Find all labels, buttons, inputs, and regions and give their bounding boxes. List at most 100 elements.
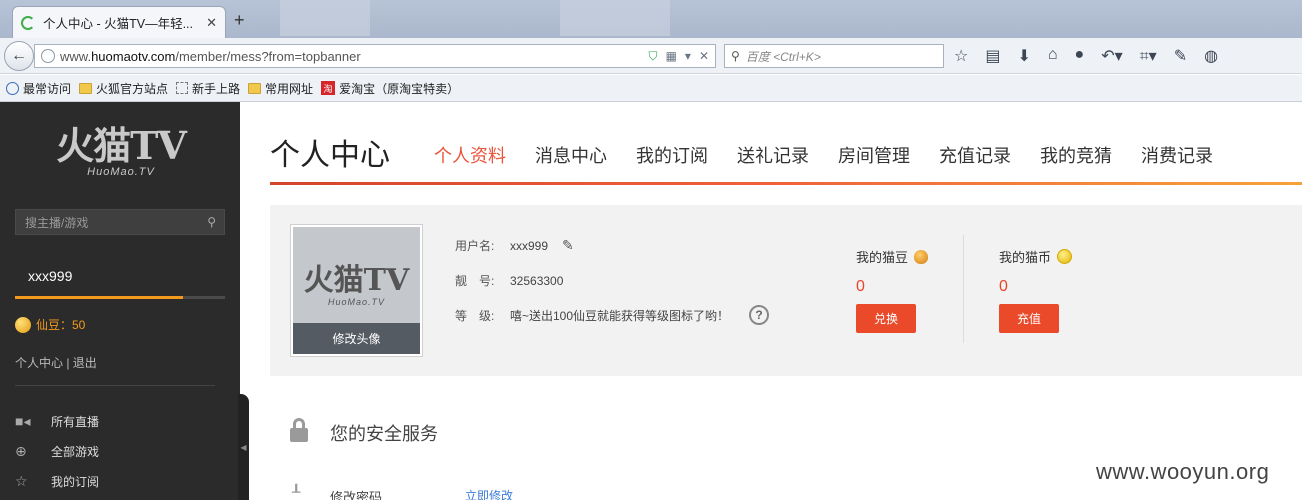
key-icon: ┸: [292, 484, 301, 500]
reading-list-icon[interactable]: ▤: [985, 46, 1000, 66]
beans-balance: 仙豆：50: [15, 316, 85, 333]
tab-subscriptions[interactable]: 我的订阅: [636, 142, 708, 168]
address-bar[interactable]: www.huomaotv.com/member/mess?from=topban…: [34, 44, 716, 68]
wallet-title: 我的猫豆: [856, 250, 909, 265]
search-icon[interactable]: ⚲: [207, 215, 216, 229]
url-domain: huomaotv.com: [91, 48, 176, 64]
edit-icon[interactable]: ✎: [562, 237, 574, 254]
chat-icon[interactable]: ●: [1075, 46, 1085, 66]
tab-messages[interactable]: 消息中心: [535, 142, 607, 168]
search-icon: ⚲: [731, 49, 740, 63]
qr-code-icon[interactable]: ▦: [666, 49, 677, 64]
tab-room-management[interactable]: 房间管理: [838, 142, 910, 168]
message-icon[interactable]: ✎: [1174, 46, 1187, 66]
undo-icon[interactable]: ↶▾: [1101, 46, 1122, 66]
user-links[interactable]: 个人中心 | 退出: [15, 354, 97, 371]
sidebar-item-label: 我的订阅: [51, 474, 100, 489]
bookmark-item[interactable]: 淘爱淘宝（原淘宝特卖）: [321, 80, 459, 97]
sidebar-item-label: 全部游戏: [51, 444, 100, 459]
back-button[interactable]: ←: [4, 41, 34, 71]
coin-icon: [1057, 249, 1073, 264]
extension-icon[interactable]: ◍: [1204, 46, 1218, 66]
id-label: 靓 号:: [455, 274, 495, 288]
tab-spending-records[interactable]: 消费记录: [1141, 142, 1213, 168]
folder-icon: [79, 82, 93, 94]
new-tab-button[interactable]: +: [234, 10, 245, 31]
sidebar-collapse-toggle[interactable]: ◀: [238, 394, 249, 500]
tab-recharge-records[interactable]: 充值记录: [939, 142, 1011, 168]
page-icon: [176, 82, 189, 94]
wallet-title: 我的猫币: [999, 250, 1052, 265]
help-icon[interactable]: ?: [749, 305, 770, 325]
profile-tabs: 个人资料 消息中心 我的订阅 送礼记录 房间管理 充值记录 我的竞猜 消费记录: [434, 142, 1213, 168]
logo-main-text: 火猫TV: [56, 123, 187, 168]
sidebar-username[interactable]: xxx999: [28, 268, 72, 284]
bookmark-star-icon[interactable]: ☆: [954, 46, 968, 66]
change-password-label: 修改密码: [330, 490, 383, 500]
sidebar-item-subscriptions[interactable]: ☆ 我的订阅: [15, 466, 99, 496]
sidebar-search-input[interactable]: 搜主播/游戏 ⚲: [15, 209, 225, 235]
recharge-button[interactable]: 充值: [999, 304, 1059, 333]
toolbar-icons: ☆ ▤ ⬇ ⌂ ● ↶▾ ⌗▾ ✎ ◍: [954, 46, 1218, 66]
download-icon[interactable]: ⬇: [1017, 46, 1030, 66]
level-value: 嘻~送出100仙豆就能获得等级图标了哟！: [510, 308, 730, 323]
globe-icon: [41, 49, 55, 63]
wallet-value: 0: [999, 278, 1008, 295]
tab-my-bets[interactable]: 我的竞猜: [1040, 142, 1112, 168]
avatar-logo-main: 火猫TV: [303, 263, 410, 298]
taobao-icon: 淘: [321, 81, 336, 95]
bookmark-item[interactable]: 火狐官方站点: [79, 80, 168, 97]
folder-icon: [248, 82, 262, 94]
cat-beans-wallet: 我的猫豆 0 兑换: [856, 247, 929, 333]
background-tab: [280, 0, 370, 36]
exchange-button[interactable]: 兑换: [856, 304, 916, 333]
bookmark-icon: [6, 81, 19, 95]
sidebar-menu: ■◂ 所有直播 ⊕ 全部游戏 ☆ 我的订阅: [15, 406, 99, 496]
header-divider: [270, 182, 1302, 185]
browser-tab-bar: 个人中心 - 火猫TV—年轻... ✕ +: [0, 0, 1302, 38]
watermark: www.wooyun.org: [1096, 459, 1270, 484]
bean-icon: [914, 249, 929, 264]
search-bar[interactable]: ⚲ 百度 <Ctrl+K>: [724, 44, 944, 68]
background-tab: [560, 0, 670, 36]
bookmark-item[interactable]: 新手上路: [176, 80, 240, 97]
page-title: 个人中心: [270, 139, 390, 172]
search-placeholder: 百度 <Ctrl+K>: [745, 49, 821, 64]
wallet-divider: [963, 235, 964, 343]
tab-gift-records[interactable]: 送礼记录: [737, 142, 809, 168]
id-value: 32563300: [510, 273, 564, 288]
tab-close-icon[interactable]: ✕: [206, 15, 217, 31]
level-progress-bar: [15, 296, 225, 299]
bookmark-label: 爱淘宝（原淘宝特卖）: [339, 81, 460, 96]
bookmark-item[interactable]: 最常访问: [6, 80, 71, 97]
avatar-placeholder-logo: 火猫TV HuoMao.TV: [293, 263, 420, 308]
username-row: 用户名: xxx999 ✎: [455, 237, 574, 254]
sidebar-item-all-games[interactable]: ⊕ 全部游戏: [15, 436, 99, 466]
url-text[interactable]: www.huomaotv.com/member/mess?from=topban…: [60, 49, 649, 64]
shield-icon[interactable]: ⛉: [649, 49, 658, 64]
lock-icon: [290, 418, 308, 442]
close-icon[interactable]: ✕: [699, 49, 709, 64]
bookmark-item[interactable]: 常用网址: [248, 80, 313, 97]
change-password-link[interactable]: 立即修改: [465, 487, 513, 500]
tab-profile[interactable]: 个人资料: [434, 142, 506, 168]
crop-icon[interactable]: ⌗▾: [1140, 46, 1157, 66]
bookmark-label: 常用网址: [265, 81, 314, 96]
dropdown-arrow-icon[interactable]: ▾: [685, 49, 691, 64]
bean-icon: [15, 316, 31, 333]
sidebar-item-label: 所有直播: [51, 414, 100, 429]
gamepad-icon: ⊕: [15, 442, 27, 459]
search-placeholder: 搜主播/游戏: [25, 215, 89, 230]
id-row: 靓 号: 32563300: [455, 272, 563, 289]
bookmark-label: 火狐官方站点: [96, 81, 169, 96]
change-avatar-button[interactable]: 修改头像: [293, 323, 420, 354]
username-value: xxx999: [510, 238, 549, 253]
avatar[interactable]: 火猫TV HuoMao.TV 修改头像: [291, 225, 422, 356]
site-logo[interactable]: 火猫TV HuoMao.TV: [46, 123, 196, 179]
bookmarks-bar: 最常访问 火狐官方站点 新手上路 常用网址 淘爱淘宝（原淘宝特卖）: [0, 75, 1302, 102]
active-browser-tab[interactable]: 个人中心 - 火猫TV—年轻... ✕: [12, 6, 226, 38]
url-prefix: www.: [60, 48, 92, 64]
sidebar-item-all-live[interactable]: ■◂ 所有直播: [15, 406, 99, 436]
beans-label: 仙豆：50: [36, 318, 86, 332]
home-icon[interactable]: ⌂: [1048, 46, 1058, 66]
